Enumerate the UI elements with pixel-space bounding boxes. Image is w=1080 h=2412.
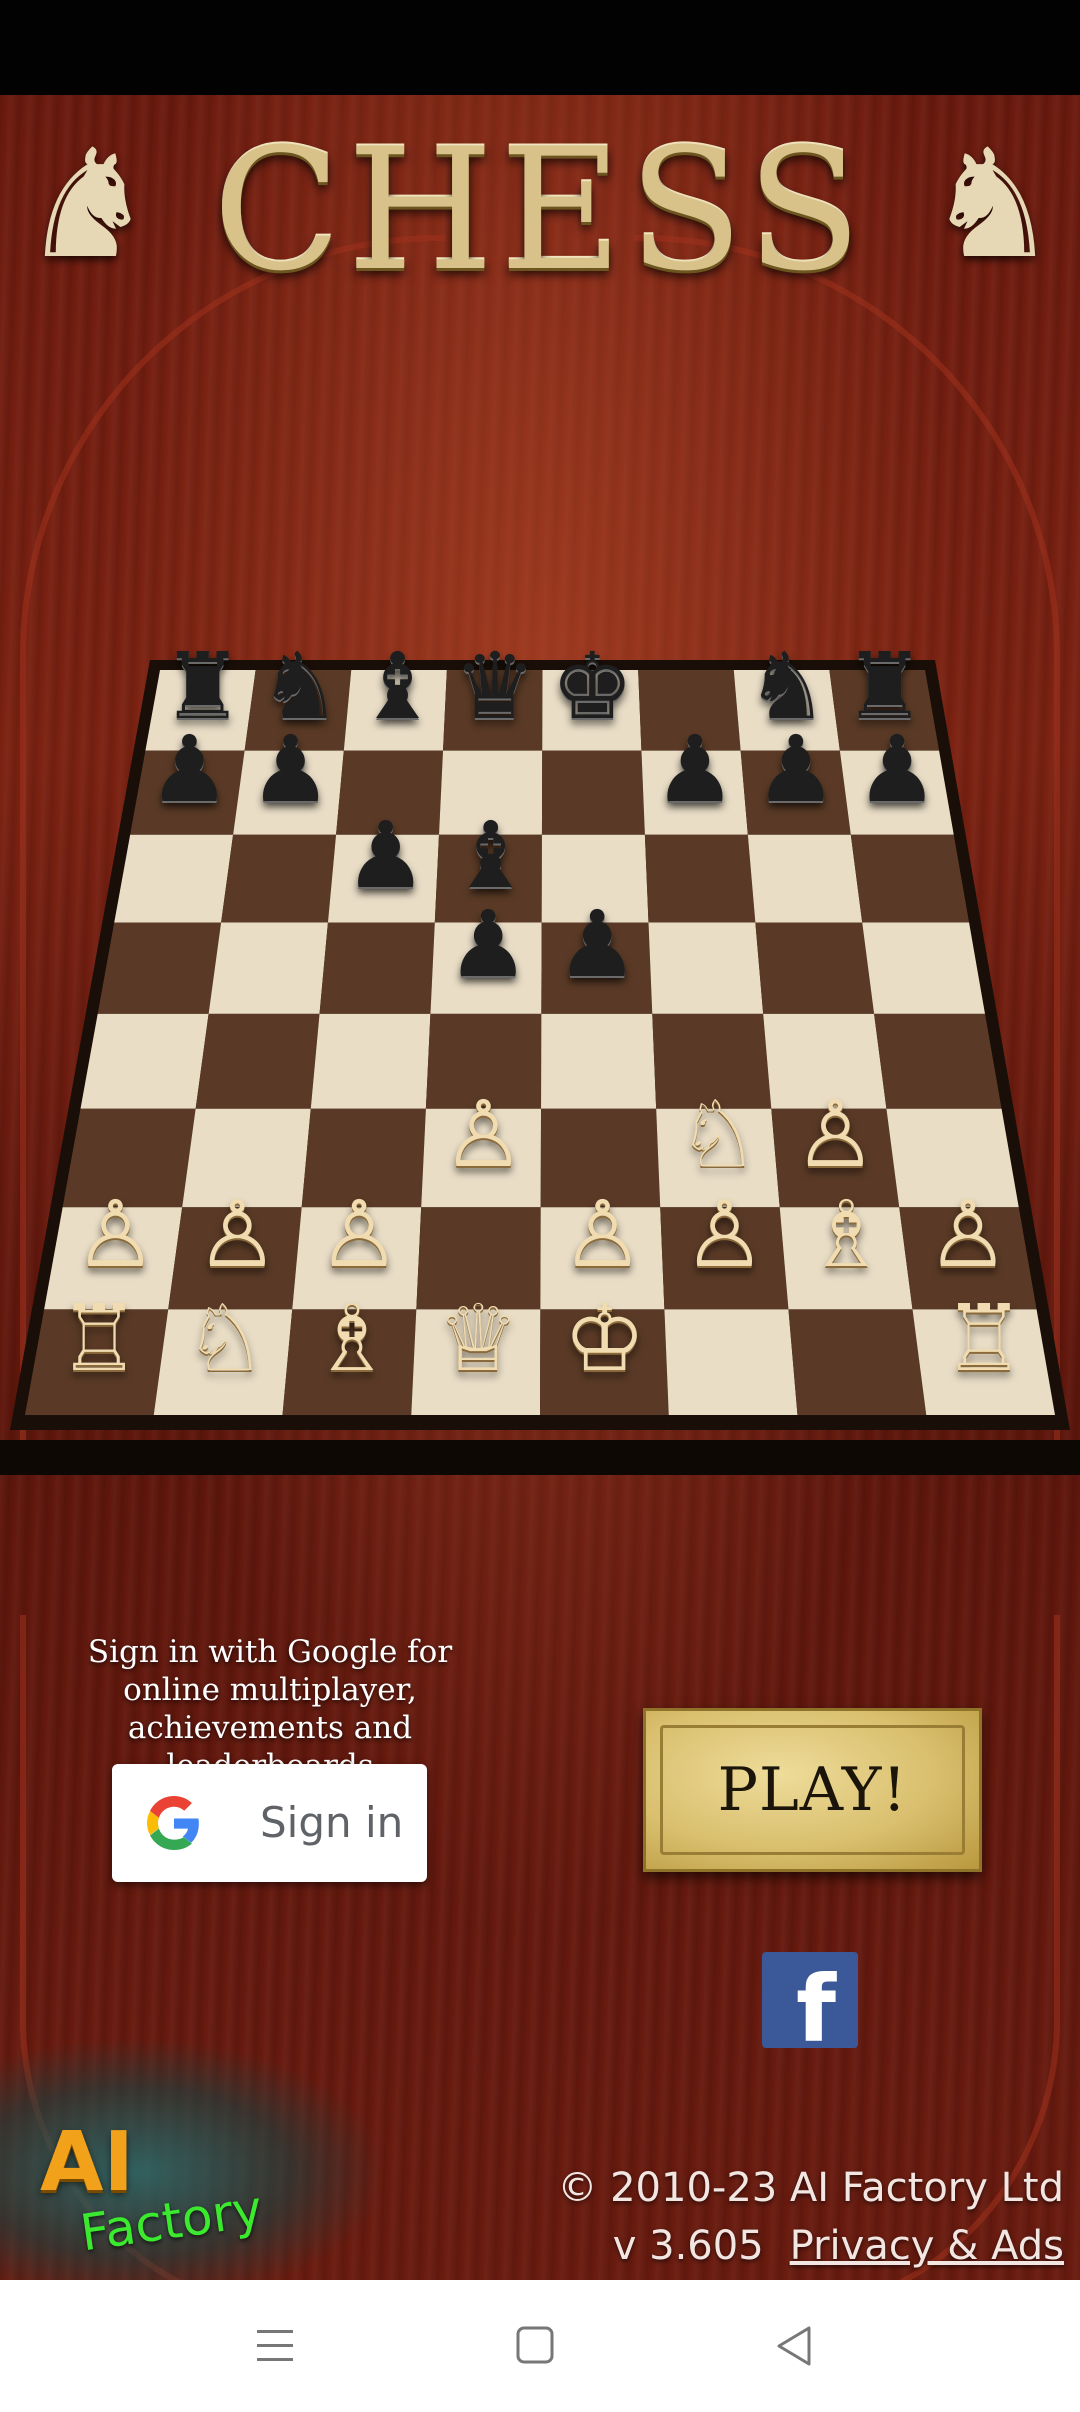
board-square[interactable] (80, 1013, 209, 1109)
black-piece[interactable]: ♟ (856, 715, 938, 825)
play-button[interactable]: PLAY! (643, 1708, 982, 1872)
white-piece[interactable]: ♔ (563, 1284, 645, 1394)
copyright-text: © 2010-23 AI Factory Ltd (557, 2165, 1064, 2211)
white-piece[interactable]: ♙ (318, 1180, 400, 1290)
black-piece[interactable]: ♟ (344, 801, 426, 911)
chess-board[interactable]: ♜ ♞ ♝ ♛ ♚ ♞ ♜ ♟ ♟ ♟ ♟ ♟ ♟ ♝ ♟ ♟ ♙ ♘ ♙ ♙ ♙ ♙ ♙ ♙ ♗ ♙ ♖ ♘ ♗ ♕ ♔ ♖ (0, 633, 1080, 1475)
menu-icon[interactable] (245, 2320, 305, 2372)
board-square[interactable] (664, 1309, 798, 1415)
white-piece[interactable]: ♗ (805, 1180, 887, 1290)
white-piece[interactable]: ♙ (442, 1080, 524, 1190)
white-piece[interactable]: ♗ (311, 1284, 393, 1394)
white-piece[interactable]: ♙ (74, 1180, 156, 1290)
black-piece[interactable]: ♚ (551, 632, 633, 742)
black-piece[interactable]: ♟ (755, 715, 837, 825)
board-square[interactable] (874, 1013, 1002, 1109)
white-piece[interactable]: ♘ (184, 1284, 266, 1394)
board-square[interactable] (310, 1013, 431, 1109)
board-square[interactable] (319, 922, 435, 1014)
board-square[interactable] (195, 1013, 320, 1109)
signin-prompt: Sign in with Google for online multiplay… (87, 1634, 453, 1784)
board-square[interactable] (114, 834, 234, 923)
black-piece[interactable]: ♝ (356, 632, 438, 742)
white-piece[interactable]: ♖ (58, 1284, 140, 1394)
board-square[interactable] (644, 834, 756, 923)
board-square[interactable] (221, 834, 337, 923)
version-text: v 3.605 (612, 2223, 764, 2269)
white-piece[interactable]: ♘ (677, 1080, 759, 1190)
signin-button-label: Sign in (260, 1798, 404, 1847)
white-piece[interactable]: ♙ (196, 1180, 278, 1290)
board-square[interactable] (850, 834, 970, 923)
google-signin-button[interactable]: Sign in (112, 1764, 427, 1882)
back-triangle-icon[interactable] (765, 2320, 825, 2372)
black-piece[interactable]: ♟ (447, 890, 529, 1000)
navigation-bar (0, 2280, 1080, 2412)
white-piece[interactable]: ♙ (794, 1080, 876, 1190)
board-square[interactable] (747, 834, 863, 923)
board-square[interactable] (541, 1013, 657, 1109)
black-piece[interactable]: ♟ (556, 890, 638, 1000)
white-piece[interactable]: ♙ (683, 1180, 765, 1290)
black-piece[interactable]: ♟ (249, 715, 331, 825)
app-title: CHESS (212, 112, 868, 308)
black-piece[interactable]: ♟ (654, 715, 736, 825)
ai-factory-logo-ai: AI (40, 2115, 134, 2210)
board-square[interactable] (862, 922, 985, 1014)
facebook-f-icon: f (796, 1956, 837, 2049)
board-square[interactable] (755, 922, 875, 1014)
white-piece[interactable]: ♕ (437, 1284, 519, 1394)
white-piece[interactable]: ♙ (927, 1180, 1009, 1290)
board-square[interactable] (208, 922, 328, 1014)
board-square[interactable] (648, 922, 764, 1014)
status-bar (0, 0, 1080, 95)
black-piece[interactable]: ♟ (148, 715, 230, 825)
board-square[interactable] (788, 1309, 927, 1415)
board-square[interactable] (541, 750, 645, 835)
play-button-label: PLAY! (717, 1755, 908, 1825)
black-piece[interactable]: ♛ (454, 632, 536, 742)
home-square-icon[interactable] (505, 2320, 565, 2372)
facebook-button[interactable]: f (762, 1952, 858, 2048)
privacy-ads-link[interactable]: Privacy & Ads (790, 2223, 1064, 2269)
white-piece[interactable]: ♙ (561, 1180, 643, 1290)
version-line: v 3.605 Privacy & Ads (613, 2218, 1064, 2274)
white-piece[interactable]: ♖ (943, 1284, 1025, 1394)
board-base (0, 1440, 1080, 1475)
board-square[interactable] (97, 922, 222, 1014)
google-g-icon (147, 1796, 199, 1850)
